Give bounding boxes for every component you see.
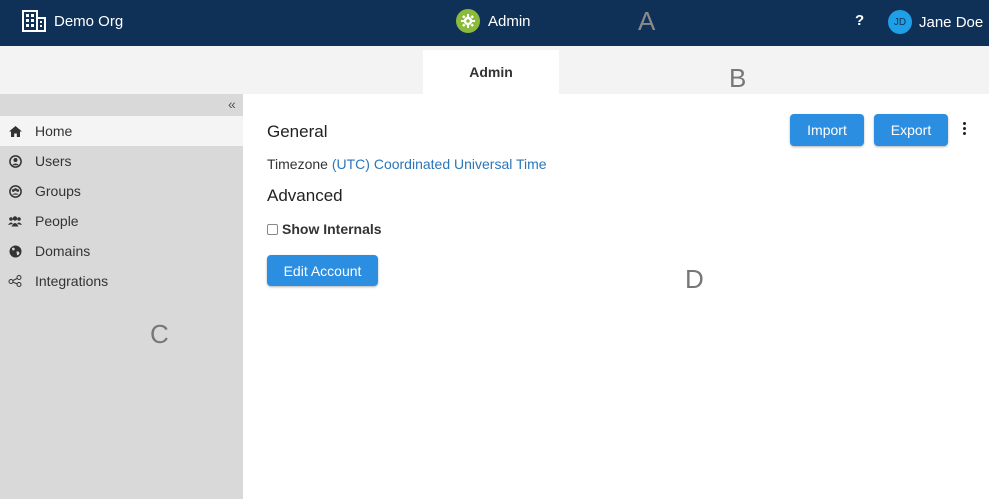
app-name: Admin [488,12,531,30]
app-switcher[interactable]: Admin [456,9,531,33]
sidebar-item-label: Home [35,123,73,139]
more-options-icon[interactable] [960,122,968,138]
sidebar-item-domains[interactable]: Domains [0,236,243,266]
edit-account-button[interactable]: Edit Account [267,255,378,286]
sidebar-item-groups[interactable]: Groups [0,176,243,206]
avatar: JD [888,10,912,34]
import-button[interactable]: Import [790,114,864,146]
gear-icon [456,9,480,33]
sidebar-item-people[interactable]: People [0,206,243,236]
timezone-row: Timezone (UTC) Coordinated Universal Tim… [267,156,547,172]
sidebar-item-label: Integrations [35,273,109,289]
sidebar-item-label: Groups [35,183,81,199]
user-name: Jane Doe [919,13,984,31]
export-button[interactable]: Export [874,114,948,146]
sidebar-item-home[interactable]: Home [0,116,243,146]
building-icon [22,10,46,32]
timezone-link[interactable]: (UTC) Coordinated Universal Time [332,156,547,172]
show-internals-checkbox[interactable] [267,223,278,235]
tab-admin[interactable]: Admin [423,50,559,94]
help-button[interactable]: ? [855,12,864,29]
org-switcher[interactable]: Demo Org [22,8,123,34]
sidebar-item-label: Domains [35,243,91,259]
sidebar-item-label: People [35,213,79,229]
show-internals-row: Show Internals [267,221,382,237]
sidebar-item-label: Users [35,153,72,169]
home-icon [8,124,22,138]
sidebar: « Home Users Groups People Domains Integ… [0,94,243,499]
user-menu[interactable]: JD Jane Doe [888,10,983,34]
region-label-c: C [150,319,169,349]
org-name: Demo Org [54,12,124,30]
tab-bar: Admin B [0,46,989,94]
sidebar-item-users[interactable]: Users [0,146,243,176]
general-heading: General [267,122,328,141]
globe-icon [8,244,22,258]
main-content: General Timezone (UTC) Coordinated Unive… [243,94,989,499]
people-icon [8,214,22,228]
user-circle-icon [8,154,22,168]
show-internals-label: Show Internals [282,221,382,237]
share-nodes-icon [8,274,22,288]
sidebar-item-integrations[interactable]: Integrations [0,266,243,296]
region-label-b: B [729,63,747,93]
sidebar-nav: Home Users Groups People Domains Integra… [0,116,243,296]
advanced-heading: Advanced [267,186,343,205]
region-label-d: D [685,264,704,294]
top-bar: Demo Org Admin ? JD Jane Doe A [0,0,989,46]
timezone-label: Timezone [267,156,328,172]
region-label-a: A [638,6,656,36]
collapse-sidebar-button[interactable]: « [228,96,236,112]
group-icon [8,184,22,198]
